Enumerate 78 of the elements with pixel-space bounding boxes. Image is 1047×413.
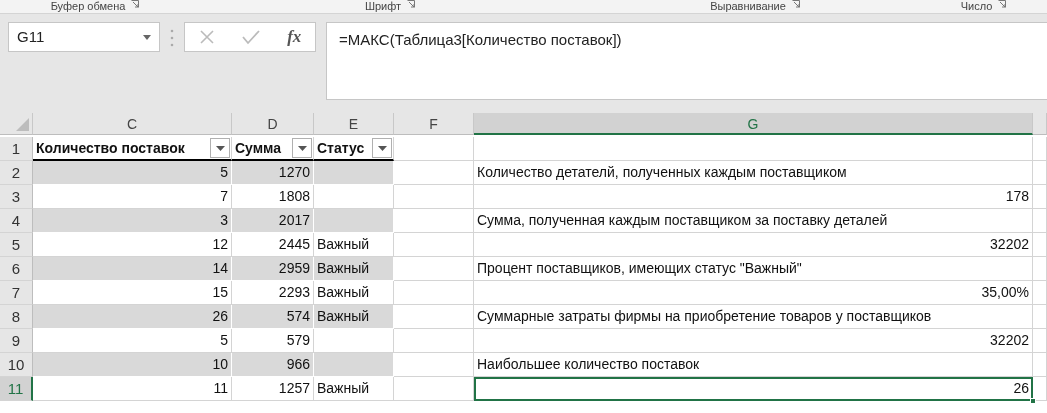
table-cell: 1270: [232, 161, 314, 185]
empty-cell: [1033, 233, 1047, 257]
empty-cell: [1033, 353, 1047, 377]
row-header[interactable]: 10: [0, 353, 33, 377]
table-cell: Важный: [314, 305, 394, 329]
ribbon-group-label: Выравнивание: [710, 0, 786, 12]
row-header[interactable]: 7: [0, 281, 33, 305]
dropdown-caret-icon: [215, 145, 225, 151]
column-heading: Сумма: [235, 138, 282, 158]
grip-icon: [170, 28, 174, 48]
table-cell: 32202: [474, 233, 1033, 257]
table-cell: Количество детателй, полученных каждым поставщиком: [474, 161, 1033, 185]
row-header[interactable]: 3: [0, 185, 33, 209]
table-cell: 178: [474, 185, 1033, 209]
dialog-launcher-icon[interactable]: [998, 0, 1007, 8]
empty-cell: [1033, 329, 1047, 353]
column-header[interactable]: E: [314, 113, 394, 135]
table-cell: 5: [33, 161, 232, 185]
column-header[interactable]: D: [232, 113, 314, 135]
table-cell: 11: [33, 377, 232, 401]
table-cell: Важный: [314, 257, 394, 281]
table-cell: Важный: [314, 377, 394, 401]
table-cell: Наибольшее количество поставок: [474, 353, 1033, 377]
empty-cell: [1033, 209, 1047, 233]
empty-cell: [1033, 305, 1047, 329]
row-header[interactable]: 1: [0, 137, 33, 161]
empty-cell: [1033, 377, 1047, 401]
empty-cell: [1033, 137, 1047, 161]
table-cell: 966: [232, 353, 314, 377]
filter-button[interactable]: [210, 138, 230, 158]
column-heading: Статус: [317, 138, 365, 158]
empty-cell: [1033, 185, 1047, 209]
row-header[interactable]: 11: [0, 377, 33, 401]
table-cell: 2959: [232, 257, 314, 281]
name-box[interactable]: G11: [8, 22, 160, 52]
table-cell: Сумма, полученная каждым поставщиком за поставку деталей: [474, 209, 1033, 233]
cell-reference: G11: [17, 26, 45, 47]
column-header[interactable]: F: [394, 113, 474, 135]
active-cell[interactable]: 26: [474, 377, 1033, 401]
table-cell: 10: [33, 353, 232, 377]
filter-button[interactable]: [292, 138, 312, 158]
checkmark-icon[interactable]: [241, 29, 260, 45]
table-cell: Процент поставщиков, имеющих статус "Важный": [474, 257, 1033, 281]
ribbon-group-label: Буфер обмена: [50, 0, 126, 12]
empty-cell: [1033, 281, 1047, 305]
column-header[interactable]: C: [33, 113, 232, 135]
insert-function-button[interactable]: fx: [287, 24, 302, 50]
triangle-icon: [16, 118, 29, 131]
row-header[interactable]: 8: [0, 305, 33, 329]
dialog-launcher-icon[interactable]: [791, 0, 800, 8]
dropdown-caret-icon: [297, 145, 307, 151]
dialog-launcher-icon[interactable]: [131, 0, 140, 8]
table-cell: 2017: [232, 209, 314, 233]
empty-cell: [1033, 161, 1047, 185]
dialog-launcher-icon[interactable]: [407, 0, 416, 8]
dropdown-caret-icon[interactable]: [143, 34, 151, 40]
table-cell: 32202: [474, 329, 1033, 353]
table-cell: 574: [232, 305, 314, 329]
row-header[interactable]: 6: [0, 257, 33, 281]
row-header[interactable]: 5: [0, 233, 33, 257]
table-cell: 14: [33, 257, 232, 281]
row-header[interactable]: 4: [0, 209, 33, 233]
dropdown-caret-icon: [377, 145, 387, 151]
row-header[interactable]: 2: [0, 161, 33, 185]
ribbon-group-label: Шрифт: [364, 0, 402, 12]
row-header[interactable]: 9: [0, 329, 33, 353]
fill-handle[interactable]: [1030, 398, 1036, 404]
ribbon-group-label: Число: [960, 0, 993, 12]
table-cell: 35,00%: [474, 281, 1033, 305]
table-cell: 3: [33, 209, 232, 233]
column-header[interactable]: G: [474, 113, 1033, 135]
empty-cell: [1033, 257, 1047, 281]
formula-field[interactable]: =МАКС(Таблица3[Количество поставок]): [326, 22, 1047, 100]
table-cell: 26: [33, 305, 232, 329]
filter-button[interactable]: [372, 138, 392, 158]
column-heading: Количество поставок: [36, 138, 185, 158]
table-cell: 1257: [232, 377, 314, 401]
table-cell: Суммарные затраты фирмы на приобретение товаров у поставщиков: [474, 305, 1033, 329]
